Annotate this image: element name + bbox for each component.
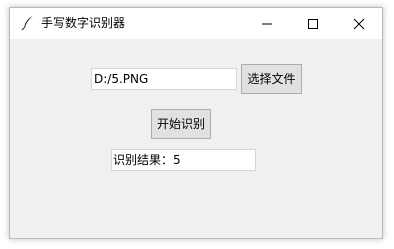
close-button[interactable]	[336, 8, 382, 39]
feather-icon	[21, 15, 35, 31]
minimize-icon	[262, 23, 272, 25]
start-recognition-button[interactable]: 开始识别	[151, 109, 211, 139]
maximize-icon	[308, 19, 318, 29]
choose-file-button[interactable]: 选择文件	[241, 64, 302, 94]
file-path-input[interactable]: D:/5.PNG	[91, 68, 237, 90]
window-title: 手写数字识别器	[41, 16, 126, 30]
minimize-button[interactable]	[244, 8, 290, 39]
app-window: 手写数字识别器 D:/5.PNG 选择文件 开始识别 识别结果：5	[9, 7, 383, 239]
result-field[interactable]: 识别结果：5	[111, 149, 256, 171]
title-bar[interactable]: 手写数字识别器	[10, 8, 382, 39]
close-icon	[353, 18, 365, 30]
maximize-button[interactable]	[290, 8, 336, 39]
